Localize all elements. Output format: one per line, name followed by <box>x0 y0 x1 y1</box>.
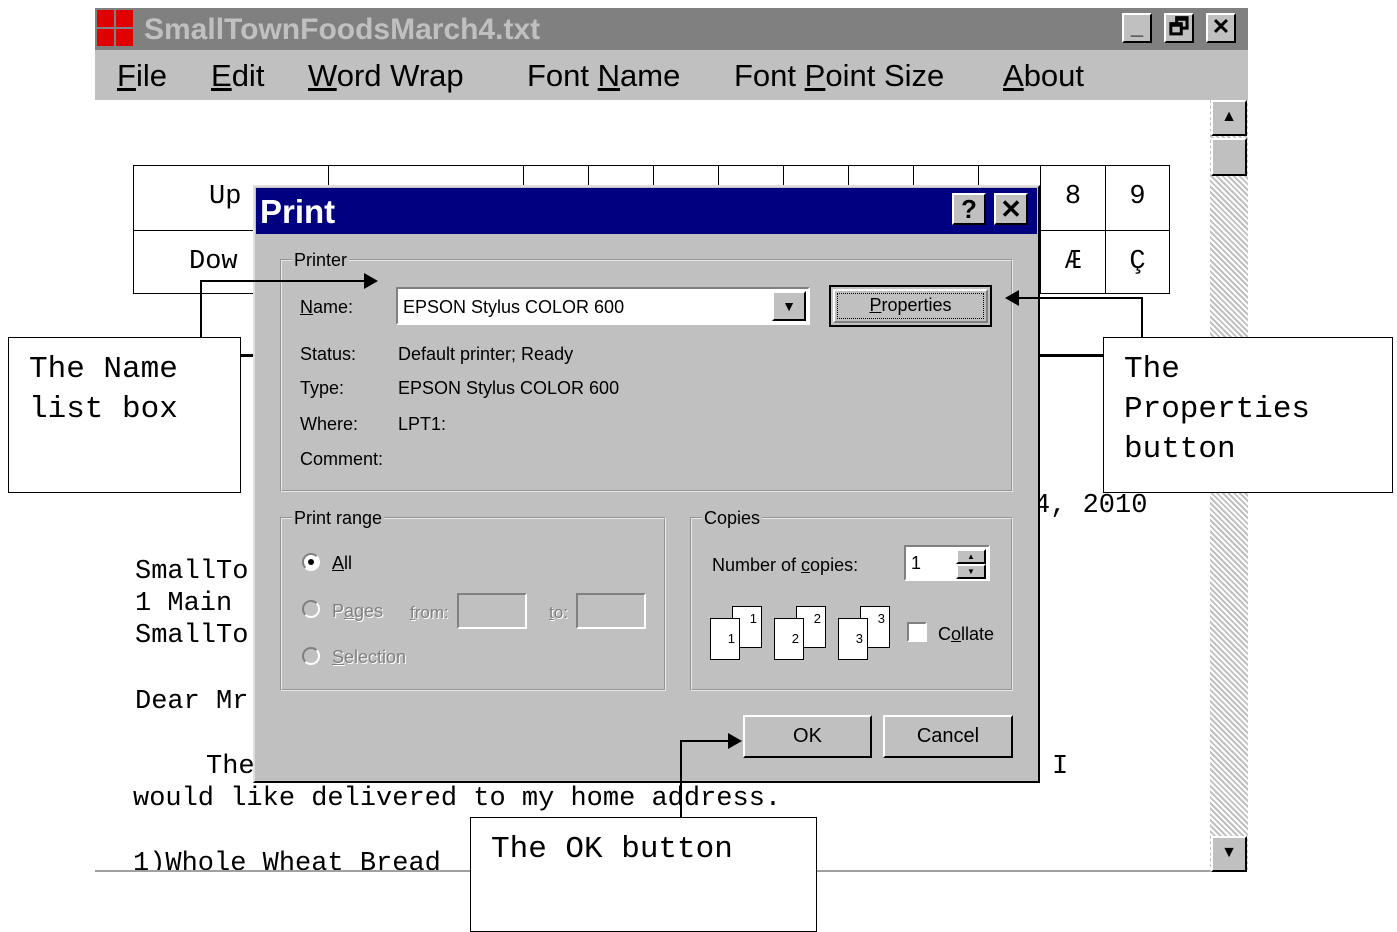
type-label: Type: <box>300 378 345 398</box>
name-label: Name: <box>300 297 354 317</box>
document-line: 1 Main <box>135 589 233 619</box>
callout-name-list: The Name list box <box>8 337 241 493</box>
callout-properties: The Properties button <box>1103 337 1393 493</box>
callout-leader-line <box>1018 297 1143 299</box>
status-value: Default printer; Ready <box>398 344 574 364</box>
spin-up-icon[interactable]: ▲ <box>956 549 986 564</box>
close-button[interactable]: ✕ <box>1206 13 1236 43</box>
document-line: 1)Whole Wheat Bread <box>133 849 441 870</box>
document-line: The <box>206 752 255 782</box>
copies-value: 1 <box>911 553 922 573</box>
dialog-title-bar <box>256 188 1037 234</box>
from-input <box>457 593 527 629</box>
radio-all-label[interactable]: All <box>332 552 352 574</box>
print-range-label: Print range <box>292 508 385 528</box>
radio-selection-label: Selection <box>332 647 407 667</box>
document-line: Dear Mr <box>135 687 249 717</box>
help-button[interactable]: ? <box>952 193 986 225</box>
dialog-close-button[interactable]: ✕ <box>994 193 1028 225</box>
menu-word-wrap[interactable]: Word Wrap <box>308 56 464 96</box>
window-title: SmallTownFoodsMarch4.txt <box>144 13 541 46</box>
menu-font-point-size[interactable]: Font Point Size <box>734 56 944 96</box>
radio-selection <box>302 647 320 665</box>
table-cell-c-cedilla: Ç <box>1105 230 1170 294</box>
restore-button[interactable]: 🗗 <box>1164 13 1194 43</box>
from-label: from: <box>410 603 449 622</box>
callout-leader-line <box>200 280 202 338</box>
copies-spinner[interactable]: 1 ▲ ▼ <box>904 545 990 581</box>
radio-all[interactable] <box>302 553 320 571</box>
printer-name-select[interactable]: EPSON Stylus COLOR 600 ▼ <box>396 287 810 325</box>
menu-font-name[interactable]: Font Name <box>527 56 680 96</box>
dialog-title: Print <box>260 193 336 230</box>
properties-button[interactable]: Properties <box>829 285 992 327</box>
table-cell-ae: Æ <box>1040 230 1106 294</box>
arrow-icon <box>364 273 378 289</box>
scroll-down-button[interactable]: ▼ <box>1211 836 1247 872</box>
callout-ok: The OK button <box>470 817 817 932</box>
to-label: to: <box>549 603 568 622</box>
number-of-copies-label: Number of copies: <box>712 555 859 575</box>
collate-label[interactable]: Collate <box>938 623 994 645</box>
menu-about[interactable]: About <box>1003 56 1084 96</box>
collate-pages-2-icon: 2 2 <box>772 604 832 660</box>
app-icon[interactable] <box>97 10 133 46</box>
document-date: 4, 2010 <box>1034 491 1148 521</box>
radio-pages-label: Pages <box>332 601 384 621</box>
document-line: would like delivered to my home address. <box>133 784 782 814</box>
document-line: I <box>1052 752 1069 782</box>
where-value: LPT1: <box>398 414 447 434</box>
scroll-thumb[interactable] <box>1211 138 1247 176</box>
copies-label: Copies <box>702 508 763 528</box>
collate-pages-1-icon: 1 1 <box>708 604 768 660</box>
cancel-button[interactable]: Cancel <box>883 715 1013 758</box>
collate-pages-3-icon: 3 3 <box>836 604 896 660</box>
radio-dot <box>308 559 314 565</box>
type-value: EPSON Stylus COLOR 600 <box>398 378 620 398</box>
spin-down-icon[interactable]: ▼ <box>956 564 986 579</box>
ok-button[interactable]: OK <box>743 715 872 758</box>
menu-file[interactable]: File <box>117 56 167 96</box>
document-rule <box>1040 354 1105 357</box>
callout-leader-line <box>680 740 682 818</box>
document-line: SmallTo <box>135 557 249 587</box>
comment-label: Comment: <box>300 449 384 469</box>
radio-pages <box>302 600 320 618</box>
printer-name-value: EPSON Stylus COLOR 600 <box>403 297 625 317</box>
callout-leader-line <box>1141 297 1143 338</box>
scroll-up-button[interactable]: ▲ <box>1211 100 1247 136</box>
collate-checkbox[interactable] <box>907 622 927 642</box>
callout-leader-line <box>680 740 730 742</box>
printer-group-label: Printer <box>292 250 350 270</box>
table-cell-9: 9 <box>1105 165 1170 231</box>
status-label: Status: <box>300 344 357 364</box>
table-cell-8: 8 <box>1040 165 1106 231</box>
callout-leader-line <box>200 280 366 282</box>
where-label: Where: <box>300 414 359 434</box>
document-line: SmallTo <box>135 621 249 651</box>
arrow-icon <box>1005 290 1019 306</box>
menu-edit[interactable]: Edit <box>211 56 264 96</box>
dropdown-arrow-icon[interactable]: ▼ <box>772 291 806 321</box>
to-input <box>576 593 646 629</box>
arrow-icon <box>728 733 742 749</box>
minimize-button[interactable]: _ <box>1122 13 1152 43</box>
